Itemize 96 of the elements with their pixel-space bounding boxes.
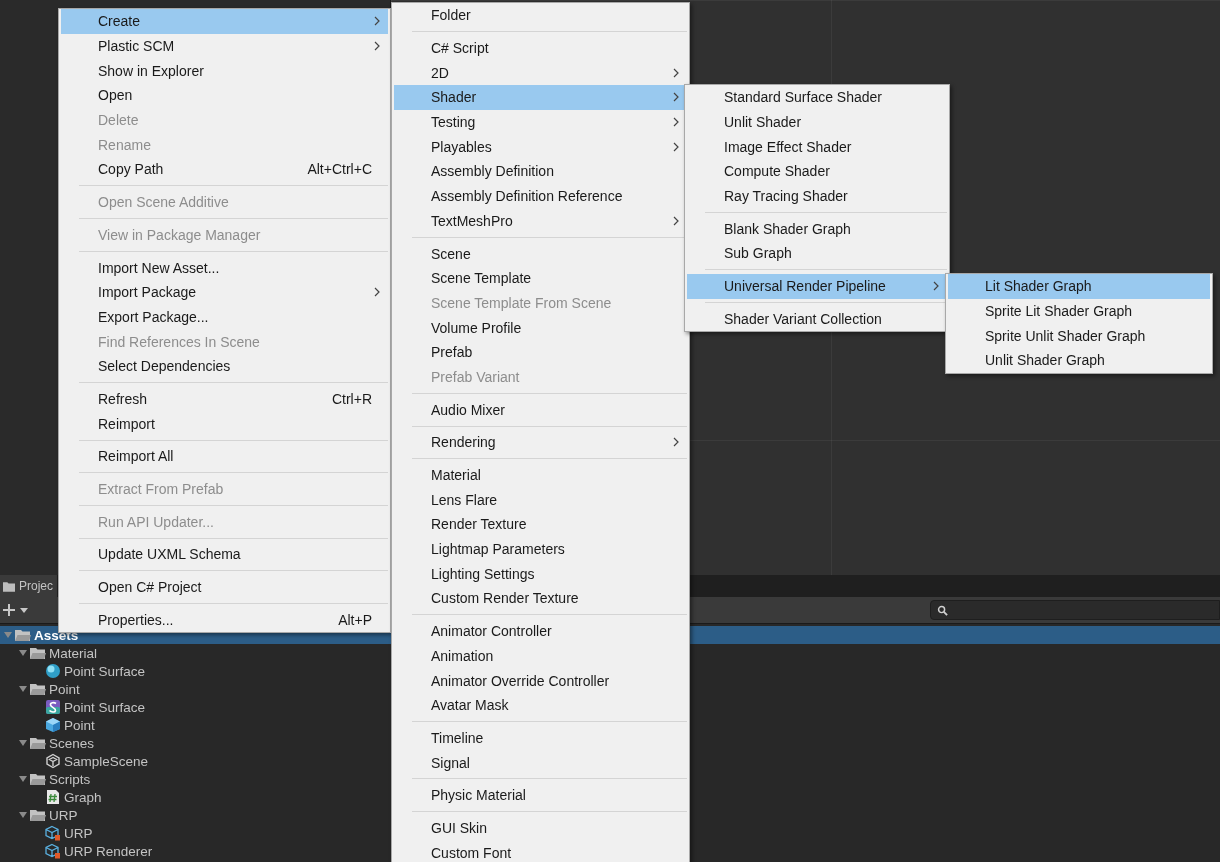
menu-item[interactable]: Create	[61, 9, 388, 34]
search-icon	[937, 604, 948, 616]
menu-item[interactable]: Shader	[394, 85, 687, 110]
folder-icon	[30, 645, 46, 661]
search-field[interactable]	[930, 600, 1220, 620]
menu-item[interactable]: Scene	[394, 241, 687, 266]
menu-item[interactable]: Custom Font	[394, 840, 687, 862]
menu-item[interactable]: Lighting Settings	[394, 561, 687, 587]
menu-item[interactable]: C# Script	[394, 35, 687, 61]
shortcut-label: Alt+P	[338, 611, 372, 628]
menu-item[interactable]: GUI Skin	[394, 815, 687, 841]
sphere-icon	[45, 663, 61, 679]
project-tab[interactable]: Projec	[0, 575, 57, 597]
menu-item[interactable]: Copy Path Alt+Ctrl+C	[61, 157, 388, 182]
expanded-arrow-icon[interactable]	[19, 685, 27, 693]
tree-row[interactable]: Point Surface	[0, 698, 150, 716]
menu-item[interactable]: Animator Override Controller	[394, 668, 687, 693]
tree-row[interactable]: Point	[0, 716, 99, 734]
tree-row[interactable]: Point Surface	[0, 662, 150, 680]
menu-item[interactable]: Render Texture	[394, 512, 687, 537]
menu-item[interactable]: Avatar Mask	[394, 692, 687, 718]
tree-row[interactable]: URP	[0, 824, 97, 842]
menu-item[interactable]: Signal	[394, 750, 687, 775]
tree-row[interactable]: Scripts	[0, 770, 95, 788]
menu-item[interactable]: Unlit Shader	[687, 109, 947, 135]
tree-row[interactable]: SampleScene	[0, 752, 153, 770]
menu-item[interactable]: Select Dependencies	[61, 353, 388, 379]
menu-item[interactable]: Universal Render Pipeline	[687, 273, 947, 299]
folder-icon	[30, 807, 46, 823]
menu-item[interactable]: Animator Controller	[394, 618, 687, 644]
menu-item[interactable]: Assembly Definition	[394, 159, 687, 184]
expanded-arrow-icon[interactable]	[19, 649, 27, 657]
menu-item[interactable]: Assembly Definition Reference	[394, 183, 687, 209]
add-dropdown-icon[interactable]	[3, 603, 31, 617]
shader-icon	[45, 699, 61, 715]
menu-item[interactable]: Testing	[394, 109, 687, 135]
menu-item[interactable]: Blank Shader Graph	[687, 216, 947, 242]
menu-item[interactable]: Volume Profile	[394, 315, 687, 340]
menu-item[interactable]: Open C# Project	[61, 574, 388, 600]
menu-item[interactable]: Export Package...	[61, 304, 388, 330]
menu-item[interactable]: Ray Tracing Shader	[687, 183, 947, 209]
menu-item[interactable]: Standard Surface Shader	[687, 85, 947, 110]
tree-row[interactable]: Point	[0, 680, 84, 698]
expanded-arrow-icon[interactable]	[19, 775, 27, 783]
script-icon	[45, 789, 61, 805]
cube-icon	[45, 717, 61, 733]
shortcut-label: Ctrl+R	[331, 390, 372, 407]
folder-icon	[30, 771, 46, 787]
folder-icon	[3, 580, 15, 592]
menu-item[interactable]: Timeline	[394, 725, 687, 751]
menu-item[interactable]: Sprite Lit Shader Graph	[948, 298, 1210, 324]
menu-item[interactable]: Physic Material	[394, 782, 687, 808]
menu-item[interactable]: Shader Variant Collection	[687, 306, 947, 332]
tree-row[interactable]: Material	[0, 644, 101, 662]
unity-scene-icon	[45, 753, 61, 769]
tree-row[interactable]: Scenes	[0, 734, 99, 752]
menu-item[interactable]: Scene Template	[394, 265, 687, 291]
menu-item[interactable]: Material	[394, 462, 687, 488]
menu-item[interactable]: Update UXML Schema	[61, 542, 388, 567]
expanded-arrow-icon[interactable]	[19, 811, 27, 819]
pipeline-asset-icon	[45, 843, 61, 859]
menu-item[interactable]: Animation	[394, 643, 687, 669]
menu-item[interactable]: Playables	[394, 134, 687, 160]
menu-item[interactable]: Prefab	[394, 339, 687, 365]
menu-item[interactable]: Sprite Unlit Shader Graph	[948, 323, 1210, 349]
expanded-arrow-icon[interactable]	[19, 739, 27, 747]
tree-row[interactable]: URP Renderer	[0, 842, 157, 860]
menu-item[interactable]: Compute Shader	[687, 159, 947, 184]
menu-item[interactable]: Rendering	[394, 430, 687, 455]
menu-item[interactable]: TextMeshPro	[394, 208, 687, 234]
menu-item[interactable]: Plastic SCM	[61, 33, 388, 59]
menu-item[interactable]: Reimport All	[61, 444, 388, 469]
menu-item[interactable]: Unlit Shader Graph	[948, 348, 1210, 373]
menu-item[interactable]: Lightmap Parameters	[394, 536, 687, 562]
menu-item[interactable]: Open	[61, 83, 388, 108]
menu-item[interactable]: Show in Explorer	[61, 58, 388, 84]
tree-row[interactable]: URP	[0, 806, 82, 824]
menu-item[interactable]: Lit Shader Graph	[948, 274, 1210, 299]
tree-row[interactable]: Graph	[0, 788, 106, 806]
folder-icon	[30, 735, 46, 751]
menu-item[interactable]: Properties... Alt+P	[61, 607, 388, 633]
menu-item[interactable]: Image Effect Shader	[687, 134, 947, 160]
menu-item[interactable]: Audio Mixer	[394, 397, 687, 422]
menu-item[interactable]: Folder	[394, 3, 687, 28]
menu-item[interactable]: Refresh Ctrl+R	[61, 386, 388, 412]
menu-item[interactable]: Reimport	[61, 411, 388, 436]
menu-item[interactable]: Lens Flare	[394, 487, 687, 513]
menu-item[interactable]: Custom Render Texture	[394, 586, 687, 611]
folder-icon	[15, 627, 31, 643]
menu-item[interactable]: Import Package	[61, 279, 388, 305]
shortcut-label: Alt+Ctrl+C	[307, 161, 372, 178]
menu-item[interactable]: Sub Graph	[687, 241, 947, 266]
folder-icon	[30, 681, 46, 697]
pipeline-asset-icon	[45, 825, 61, 841]
menu-item[interactable]: Import New Asset...	[61, 255, 388, 280]
menu-item[interactable]: 2D	[394, 60, 687, 86]
